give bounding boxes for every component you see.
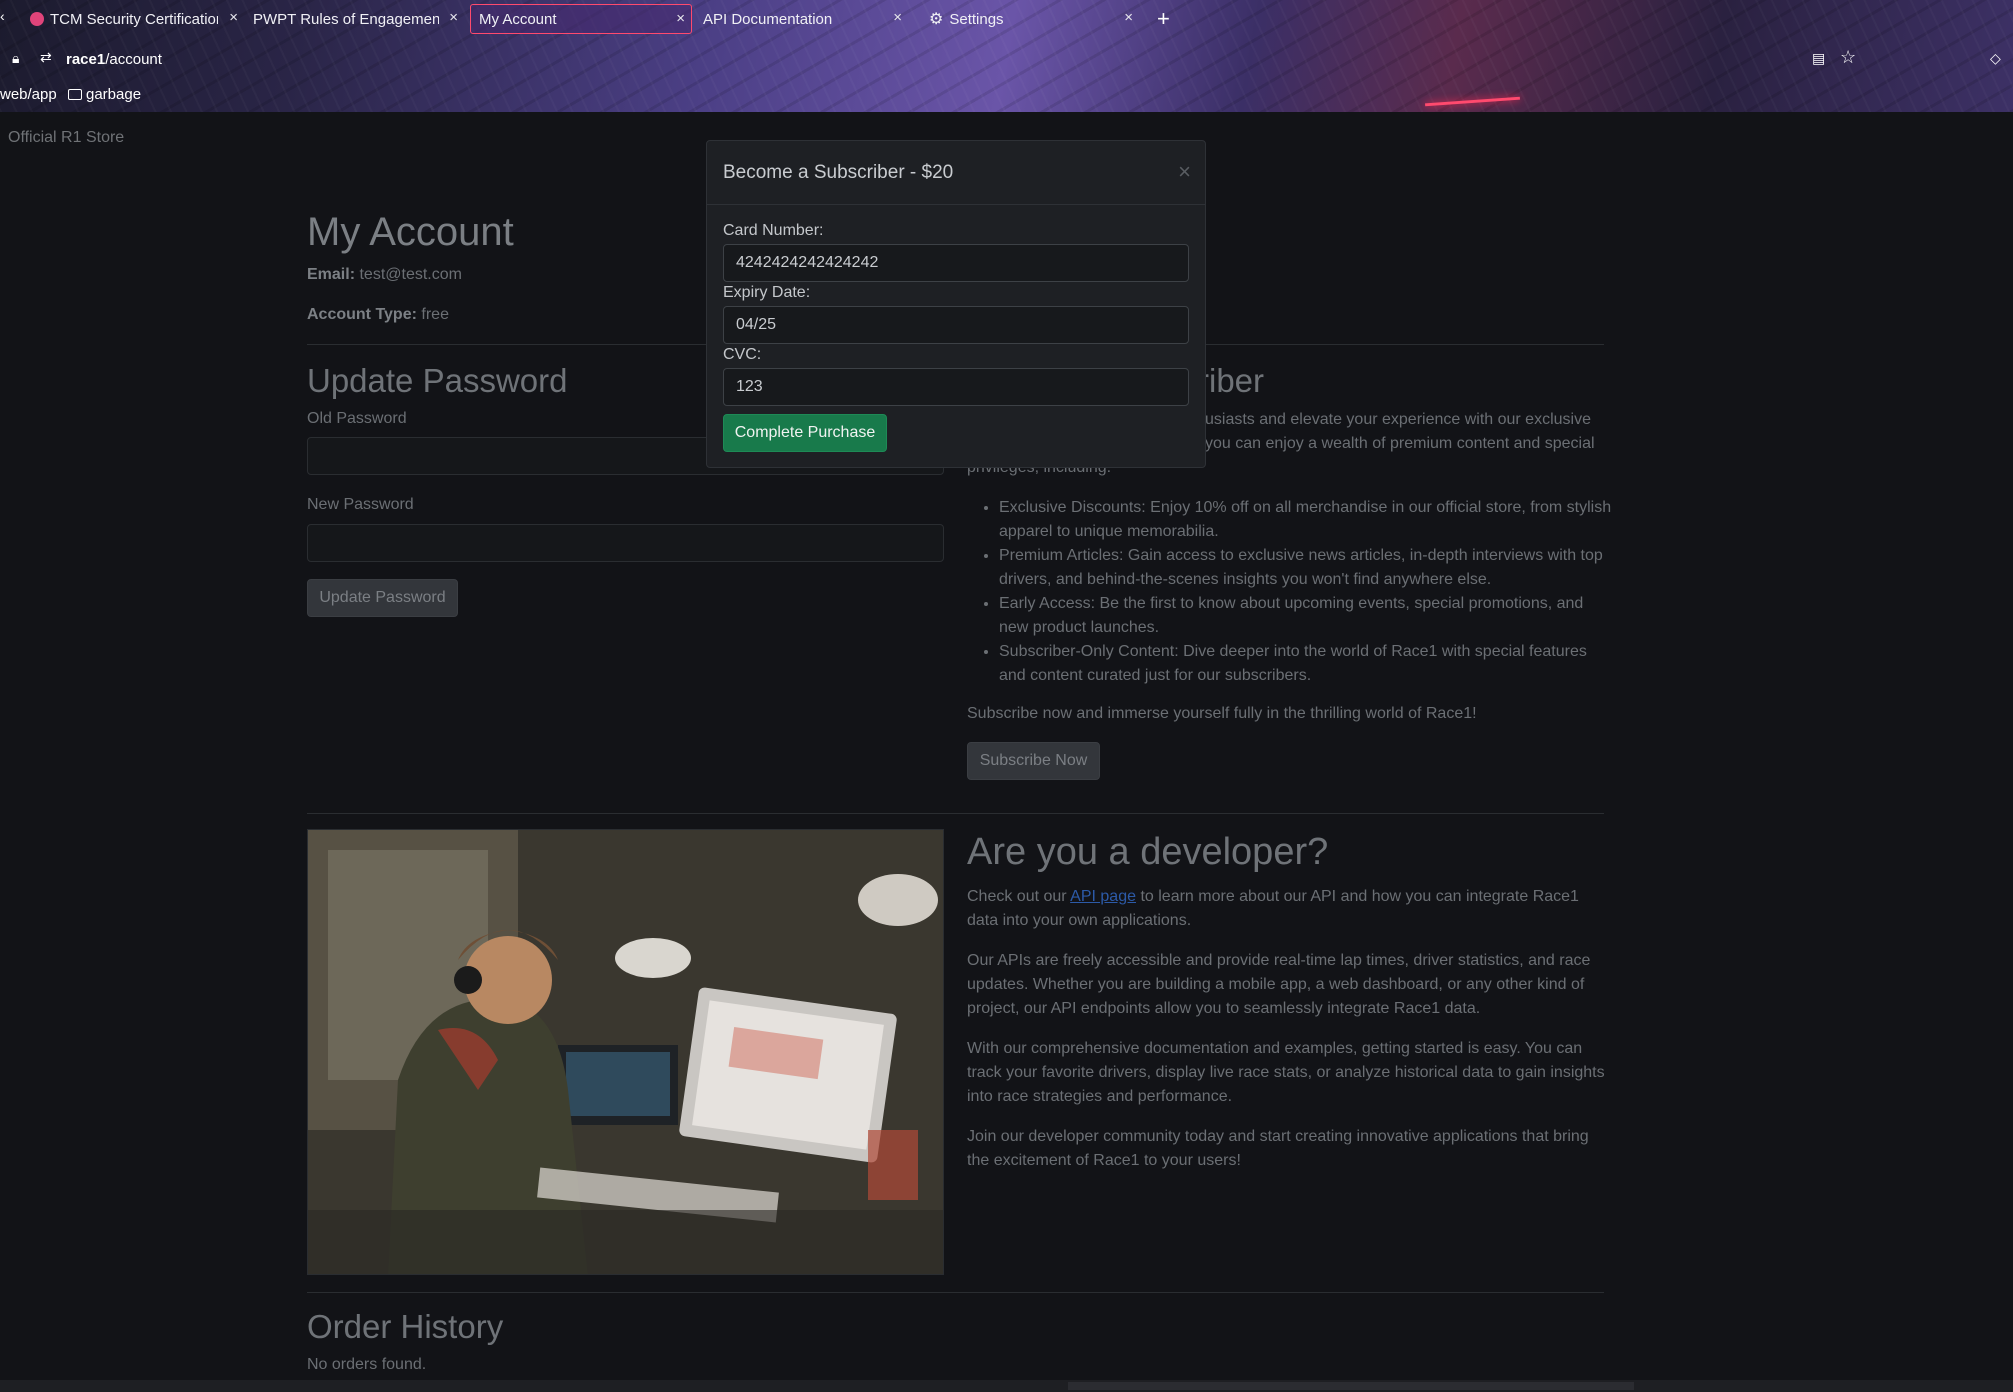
subscriber-heading: riber [1198,362,1265,399]
folder-icon [68,89,82,100]
horizontal-scrollbar[interactable] [0,1380,2013,1392]
expiry-date-label: Expiry Date: [723,284,811,301]
cvc-label: CVC: [723,346,762,363]
url-path: /account [105,51,162,68]
developer-p3: With our comprehensive documentation and… [967,1040,1605,1105]
tab-label: PWPT Rules of Engagement [253,10,439,28]
tab-label: TCM Security Certification [50,10,218,28]
modal-title: Become a Subscriber - $20 [723,162,954,183]
update-password-heading: Update Password [307,362,568,399]
reader-mode-icon[interactable]: ▤ [1812,50,1825,67]
developer-p4: Join our developer community today and s… [967,1128,1589,1169]
bookmark-star-icon[interactable]: ☆ [1840,47,1856,68]
developer-p2: Our APIs are freely accessible and provi… [967,952,1591,1017]
benefits-list: Exclusive Discounts: Enjoy 10% off on al… [967,496,1612,688]
lock-icon[interactable]: 🔒︎ [12,50,19,67]
divider [307,813,1604,814]
no-orders-text: No orders found. [307,1356,427,1373]
close-icon[interactable]: × [676,10,685,27]
list-item: Exclusive Discounts: Enjoy 10% off on al… [999,496,1612,544]
tab-label: Settings [949,10,1004,28]
divider [307,1292,1604,1293]
bookmark-web-app[interactable]: web/app [0,86,57,103]
account-type-label: Account Type: [307,306,417,323]
account-type-value: free [421,306,449,323]
tab-pwpt[interactable]: PWPT Rules of Engagement × [253,4,458,34]
old-password-label: Old Password [307,410,407,427]
tab-label: API Documentation [703,10,833,28]
close-icon[interactable]: × [449,9,458,26]
subscribe-now-button[interactable]: Subscribe Now [967,742,1100,780]
bookmark-label: garbage [86,86,142,103]
close-icon[interactable]: × [1124,9,1133,26]
email-value: test@test.com [359,266,462,283]
new-password-label: New Password [307,496,414,513]
update-password-button[interactable]: Update Password [307,579,458,617]
developer-illustration-art [308,830,943,1274]
email-row: Email: test@test.com [307,266,462,284]
expiry-date-input[interactable]: 04/25 [723,306,1189,344]
new-password-input[interactable] [307,524,944,562]
tab-bar: ‹ TCM Security Certification × PWPT Rule… [0,0,2013,37]
close-icon[interactable]: × [229,9,238,26]
developer-p1: Check out our API page to learn more abo… [967,885,1607,933]
close-icon[interactable]: × [1178,159,1191,185]
url-text[interactable]: race1/account [66,51,162,68]
permissions-icon[interactable]: ⇄ [40,49,52,66]
pocket-icon[interactable]: ◇ [1990,50,2001,67]
bookmarks-bar: web/app garbage [0,86,2013,108]
modal-header: Become a Subscriber - $20 × [707,141,1205,205]
developer-illustration [307,829,944,1275]
url-host: race1 [66,51,106,68]
developer-heading: Are you a developer? [967,831,1329,873]
close-icon[interactable]: × [893,9,902,26]
subscribe-modal: Become a Subscriber - $20 × Card Number:… [706,140,1206,468]
tab-my-account[interactable]: My Account × [470,4,692,34]
cvc-input[interactable]: 123 [723,368,1189,406]
developer-p1-start: Check out our [967,888,1071,905]
gear-icon: ⚙ [929,11,944,28]
tcm-favicon-icon [30,12,44,26]
list-item: Subscriber-Only Content: Dive deeper int… [999,640,1612,688]
tab-settings[interactable]: ⚙ Settings × [929,4,1139,34]
complete-purchase-button[interactable]: Complete Purchase [723,414,887,452]
subscribe-cta-text: Subscribe now and immerse yourself fully… [967,705,1477,722]
tab-label: My Account [479,10,557,28]
store-brand-link[interactable]: Official R1 Store [8,129,124,147]
page-title: My Account [307,210,514,254]
bookmark-folder-garbage[interactable]: garbage [68,86,141,103]
tab-scroll-left-icon[interactable]: ‹ [0,8,5,24]
tab-api-docs[interactable]: API Documentation × [703,4,908,34]
card-number-label: Card Number: [723,222,824,239]
email-label: Email: [307,266,356,283]
address-bar[interactable]: 🔒︎ ⇄ race1/account ▤ ☆ ◇ [0,44,2013,74]
browser-chrome: ‹ TCM Security Certification × PWPT Rule… [0,0,2013,112]
list-item: Premium Articles: Gain access to exclusi… [999,544,1612,592]
tab-tcm[interactable]: TCM Security Certification × [30,4,238,34]
new-tab-button[interactable]: + [1157,6,1170,32]
order-history-heading: Order History [307,1308,504,1345]
scrollbar-thumb[interactable] [1068,1382,1634,1390]
list-item: Early Access: Be the first to know about… [999,592,1612,640]
card-number-input[interactable]: 4242424242424242 [723,244,1189,282]
api-page-link[interactable]: API page [1070,888,1136,905]
account-type-row: Account Type: free [307,306,449,324]
